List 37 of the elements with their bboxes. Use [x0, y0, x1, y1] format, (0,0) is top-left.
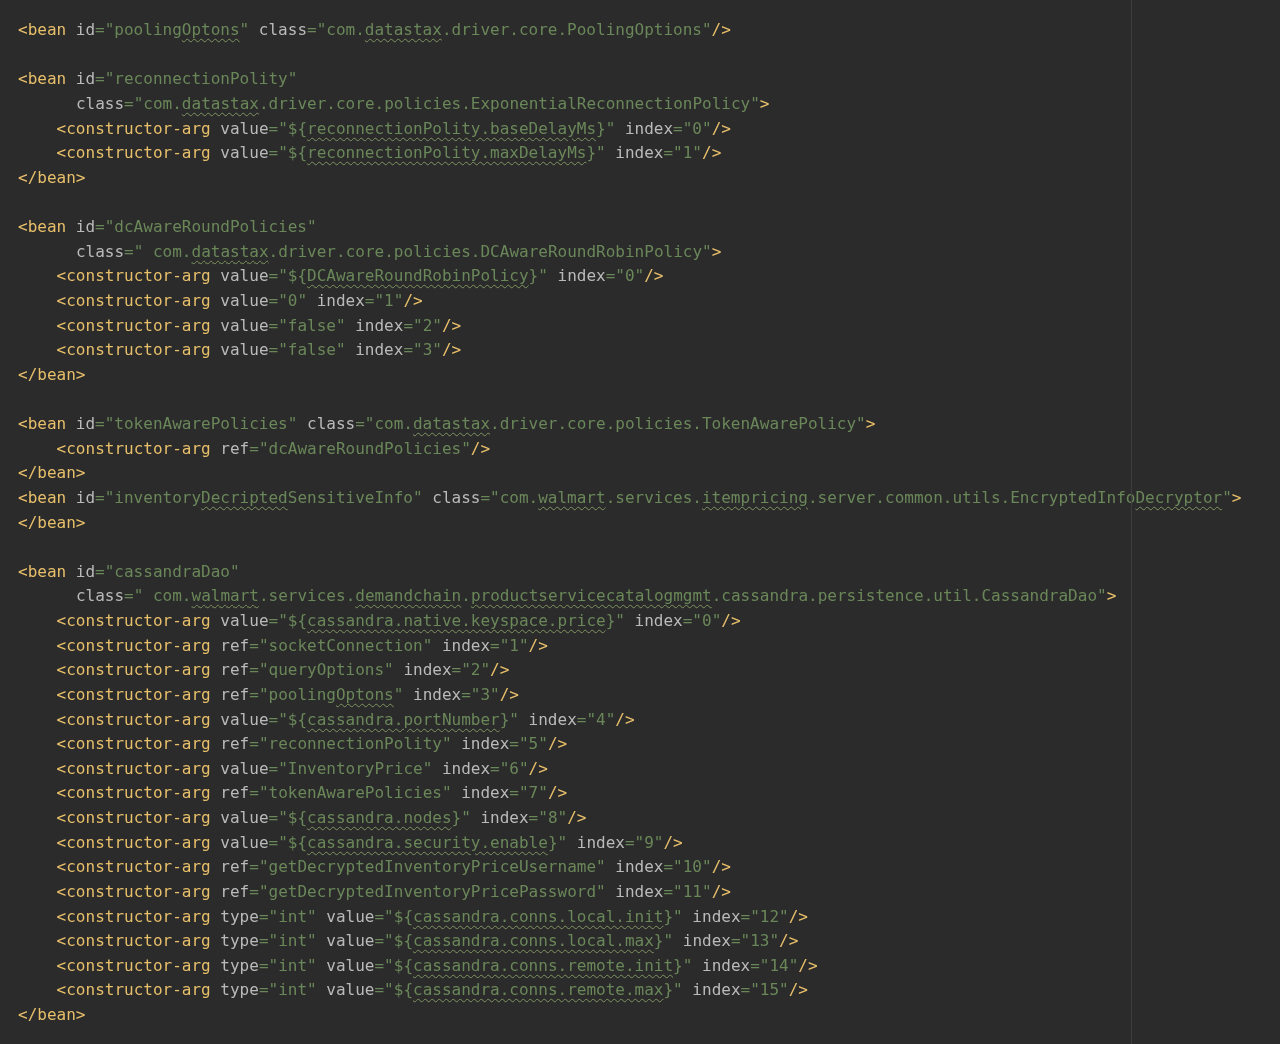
code-line: <constructor-arg ref="tokenAwarePolicies" index="7"/>: [56, 782, 568, 805]
code-line: <constructor-arg ref="queryOptions" index="2"/>: [56, 659, 510, 682]
code-line: <bean id="poolingOptons" class="com.datastax.driver.core.PoolingOptions"/>: [18, 19, 731, 41]
code-line: </bean>: [18, 462, 86, 485]
code-line: <constructor-arg value="${reconnectionPolity.maxDelayMs}" index="1"/>: [56, 142, 722, 165]
code-line: <constructor-arg value="${cassandra.security.enable}" index="9"/>: [56, 831, 683, 854]
code-line: </bean>: [18, 166, 86, 189]
code-line: <constructor-arg value="false" index="3"/>: [56, 339, 462, 362]
code-line: <constructor-arg value="false" index="2"/>: [56, 314, 462, 337]
code-line: <bean id="cassandraDao": [18, 560, 240, 583]
code-line: <constructor-arg type="int" value="${cassandra.conns.local.init}" index="12"/>: [56, 905, 808, 928]
code-line: </bean>: [18, 363, 86, 386]
code-line: <constructor-arg type="int" value="${cassandra.conns.remote.max}" index="15"/>: [56, 979, 808, 1002]
code-line: <constructor-arg ref="getDecryptedInventoryPriceUsername" index="10"/>: [56, 856, 731, 879]
code-line: <bean id="reconnectionPolity": [18, 68, 298, 91]
code-line: <constructor-arg ref="socketConnection" index="1"/>: [56, 634, 548, 657]
code-line: <bean id="inventoryDecriptedSensitiveInfo" class="com.walmart.services.itempricing.server.common.utils.EncryptedInfoDecryptor">: [18, 486, 1242, 509]
code-line: </bean>: [18, 1004, 86, 1026]
code-line: <constructor-arg ref="reconnectionPolity" index="5"/>: [56, 733, 568, 756]
code-line: <constructor-arg value="${cassandra.nodes}" index="8"/>: [56, 807, 587, 829]
code-line: <constructor-arg value="${reconnectionPolity.baseDelayMs}" index="0"/>: [56, 117, 731, 140]
code-line: <constructor-arg type="int" value="${cassandra.conns.local.max}" index="13"/>: [56, 930, 799, 953]
code-line: <constructor-arg type="int" value="${cassandra.conns.remote.init}" index="14"/>: [56, 954, 818, 977]
code-line: <constructor-arg value="${DCAwareRoundRobinPolicy}" index="0"/>: [56, 265, 664, 288]
code-line: </bean>: [18, 511, 86, 534]
code-line: <constructor-arg ref="dcAwareRoundPolicies"/>: [56, 437, 491, 460]
code-line: <constructor-arg ref="poolingOptons" index="3"/>: [56, 683, 519, 706]
code-line: <constructor-arg value="0" index="1"/>: [56, 289, 423, 312]
code-line: <bean id="dcAwareRoundPolicies": [18, 216, 317, 238]
code-line: class=" com.datastax.driver.core.policies.DCAwareRoundRobinPolicy">: [75, 240, 722, 263]
code-line: class="com.datastax.driver.core.policies.ExponentialReconnectionPolicy">: [75, 92, 770, 115]
code-line: class=" com.walmart.services.demandchain.productservicecatalogmgmt.cassandra.persistence.util.CassandraDao">: [75, 585, 1117, 608]
code-line: <constructor-arg value="InventoryPrice" index="6"/>: [56, 757, 548, 780]
code-line: <bean id="tokenAwarePolicies" class="com.datastax.driver.core.policies.TokenAwarePolicy">: [18, 413, 876, 435]
code-line: <constructor-arg value="${cassandra.native.keyspace.price}" index="0"/>: [56, 610, 741, 632]
code-line: <constructor-arg ref="getDecryptedInventoryPricePassword" index="11"/>: [56, 880, 731, 903]
code-line: <constructor-arg value="${cassandra.portNumber}" index="4"/>: [56, 708, 635, 731]
